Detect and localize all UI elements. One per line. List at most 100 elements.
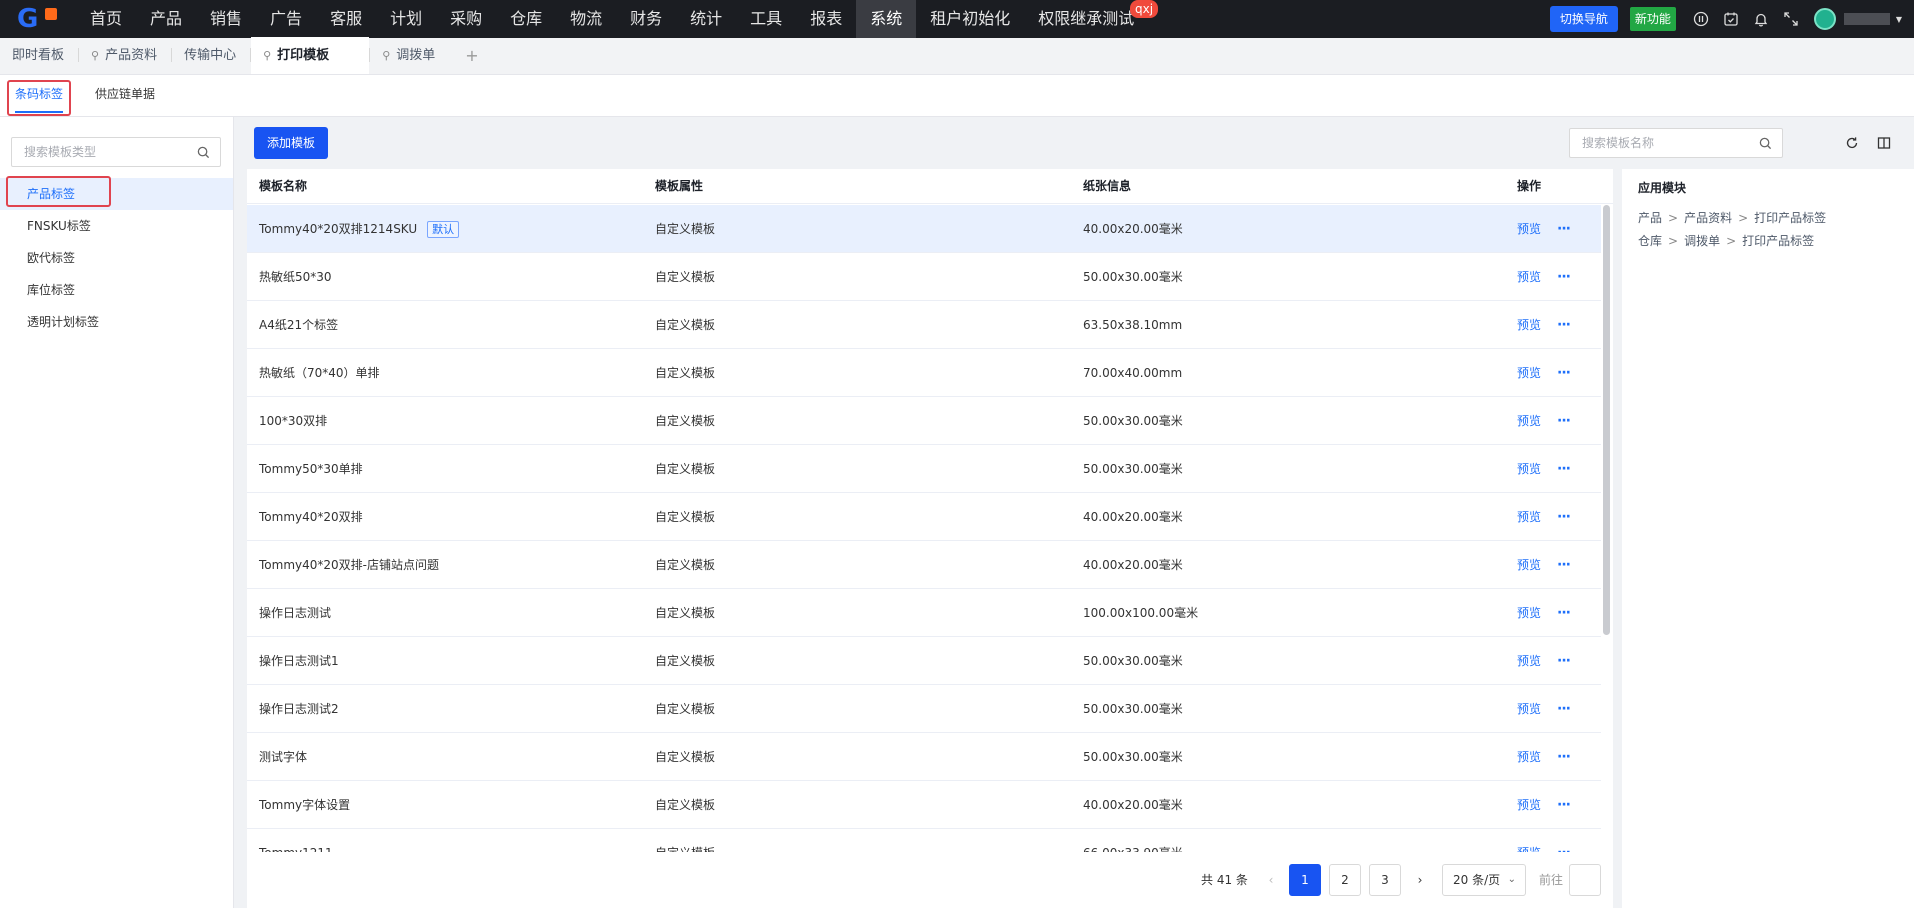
app-module-path[interactable]: 仓库 > 调拨单 > 打印产品标签: [1638, 232, 1814, 249]
preview-link[interactable]: 预览: [1517, 366, 1541, 380]
search-icon[interactable]: [1759, 137, 1772, 150]
preview-link[interactable]: 预览: [1517, 558, 1541, 572]
more-icon[interactable]: ···: [1557, 701, 1571, 717]
preview-link[interactable]: 预览: [1517, 750, 1541, 764]
user-name-redacted[interactable]: [1843, 13, 1890, 25]
pause-icon[interactable]: [1686, 0, 1716, 38]
nav-item[interactable]: 统计: [676, 0, 736, 38]
template-name-cell: Tommy50*30单排: [259, 445, 363, 493]
table-row[interactable]: Tommy50*30单排 自定义模板 50.00x30.00毫米 预览 ···: [247, 445, 1601, 493]
table-scrollbar[interactable]: [1603, 205, 1610, 635]
book-icon[interactable]: [1874, 133, 1894, 153]
more-icon[interactable]: ···: [1557, 365, 1571, 381]
nav-item[interactable]: 财务: [616, 0, 676, 38]
pin-icon[interactable]: ⚲: [91, 37, 99, 74]
nav-item[interactable]: 广告: [256, 0, 316, 38]
preview-link[interactable]: 预览: [1517, 318, 1541, 332]
more-icon[interactable]: ···: [1557, 749, 1571, 765]
fullscreen-icon[interactable]: [1776, 0, 1806, 38]
preview-link[interactable]: 预览: [1517, 702, 1541, 716]
table-row[interactable]: Tommy40*20双排 自定义模板 40.00x20.00毫米 预览 ···: [247, 493, 1601, 541]
type-item[interactable]: 欧代标签: [0, 242, 233, 274]
nav-item[interactable]: 计划: [376, 0, 436, 38]
more-icon[interactable]: ···: [1557, 269, 1571, 285]
add-tab-button[interactable]: +: [449, 37, 494, 74]
prev-page-icon[interactable]: ‹: [1260, 869, 1282, 891]
nav-item[interactable]: 仓库: [496, 0, 556, 38]
app-logo[interactable]: G: [0, 0, 76, 38]
nav-item[interactable]: 客服: [316, 0, 376, 38]
more-icon[interactable]: ···: [1557, 461, 1571, 477]
preview-link[interactable]: 预览: [1517, 798, 1541, 812]
nav-item[interactable]: 产品: [136, 0, 196, 38]
more-icon[interactable]: ···: [1557, 797, 1571, 813]
search-icon[interactable]: [197, 146, 210, 159]
preview-link[interactable]: 预览: [1517, 606, 1541, 620]
more-icon[interactable]: ···: [1557, 317, 1571, 333]
template-search-field[interactable]: [1569, 128, 1783, 158]
nav-item[interactable]: 物流: [556, 0, 616, 38]
nav-item[interactable]: 工具: [736, 0, 796, 38]
type-search-field[interactable]: [11, 137, 221, 167]
preview-link[interactable]: 预览: [1517, 510, 1541, 524]
more-icon[interactable]: ···: [1557, 557, 1571, 573]
preview-link[interactable]: 预览: [1517, 270, 1541, 284]
add-template-button[interactable]: 添加模板: [254, 127, 328, 159]
nav-item[interactable]: 首页: [76, 0, 136, 38]
nav-item[interactable]: 报表: [796, 0, 856, 38]
tab-item[interactable]: 即时看板: [0, 37, 78, 74]
table-row[interactable]: 测试字体 自定义模板 50.00x30.00毫米 预览 ···: [247, 733, 1601, 781]
table-row[interactable]: 100*30双排 自定义模板 50.00x30.00毫米 预览 ···: [247, 397, 1601, 445]
more-icon[interactable]: ···: [1557, 221, 1571, 237]
nav-item[interactable]: 租户初始化: [916, 0, 1024, 38]
nav-item[interactable]: 采购: [436, 0, 496, 38]
table-row[interactable]: 热敏纸50*30 自定义模板 50.00x30.00毫米 预览 ···: [247, 253, 1601, 301]
table-row[interactable]: Tommy40*20双排-店铺站点问题 自定义模板 40.00x20.00毫米 预览 ·…: [247, 541, 1601, 589]
more-icon[interactable]: ···: [1557, 653, 1571, 669]
table-row[interactable]: 操作日志测试 自定义模板 100.00x100.00毫米 预览 ···: [247, 589, 1601, 637]
table-row[interactable]: Tommy字体设置 自定义模板 40.00x20.00毫米 预览 ···: [247, 781, 1601, 829]
subtab-barcode-label[interactable]: 条码标签: [15, 75, 64, 117]
pin-icon[interactable]: ⚲: [382, 37, 390, 74]
table-row[interactable]: A4纸21个标签 自定义模板 63.50x38.10mm 预览 ···: [247, 301, 1601, 349]
page-2[interactable]: 2: [1329, 864, 1361, 896]
page-size-select[interactable]: 20 条/页 ⌄: [1442, 864, 1526, 896]
nav-item[interactable]: 销售: [196, 0, 256, 38]
preview-link[interactable]: 预览: [1517, 222, 1541, 236]
tab-item[interactable]: ⚲ 产品资料: [79, 37, 171, 74]
table-row[interactable]: 操作日志测试1 自定义模板 50.00x30.00毫米 预览 ···: [247, 637, 1601, 685]
pin-icon[interactable]: ⚲: [263, 37, 271, 74]
type-item[interactable]: 产品标签: [0, 178, 233, 210]
type-item[interactable]: 库位标签: [0, 274, 233, 306]
user-menu-caret-icon[interactable]: ▼: [1896, 15, 1902, 24]
template-search-input[interactable]: [1570, 129, 1750, 157]
type-search-input[interactable]: [12, 138, 182, 166]
refresh-icon[interactable]: [1842, 133, 1862, 153]
page-1[interactable]: 1: [1289, 864, 1321, 896]
calendar-check-icon[interactable]: [1716, 0, 1746, 38]
tab-item[interactable]: ⚲ 打印模板: [251, 37, 370, 74]
table-row[interactable]: 热敏纸（70*40）单排 自定义模板 70.00x40.00mm 预览 ···: [247, 349, 1601, 397]
more-icon[interactable]: ···: [1557, 413, 1571, 429]
switch-nav-button[interactable]: 切换导航: [1549, 6, 1618, 32]
tab-item[interactable]: ⚲ 调拨单: [370, 37, 449, 74]
next-page-icon[interactable]: ›: [1409, 869, 1431, 891]
app-module-path[interactable]: 产品 > 产品资料 > 打印产品标签: [1638, 209, 1826, 226]
more-icon[interactable]: ···: [1557, 605, 1571, 621]
nav-item[interactable]: 系统: [856, 0, 917, 38]
preview-link[interactable]: 预览: [1517, 462, 1541, 476]
type-item[interactable]: 透明计划标签: [0, 306, 233, 338]
new-feature-button[interactable]: 新功能: [1629, 7, 1676, 31]
page-3[interactable]: 3: [1369, 864, 1401, 896]
user-avatar[interactable]: [1813, 8, 1836, 30]
table-row[interactable]: Tommy40*20双排1214SKU 默认 自定义模板 40.00x20.00毫米 预…: [247, 205, 1601, 253]
tab-item[interactable]: 传输中心: [172, 37, 250, 74]
preview-link[interactable]: 预览: [1517, 654, 1541, 668]
table-row[interactable]: 操作日志测试2 自定义模板 50.00x30.00毫米 预览 ···: [247, 685, 1601, 733]
more-icon[interactable]: ···: [1557, 509, 1571, 525]
type-item[interactable]: FNSKU标签: [0, 210, 233, 242]
bell-icon[interactable]: [1746, 0, 1776, 38]
subtab-supply-chain-docs[interactable]: 供应链单据: [95, 75, 155, 117]
preview-link[interactable]: 预览: [1517, 414, 1541, 428]
goto-page-input[interactable]: [1569, 864, 1601, 896]
